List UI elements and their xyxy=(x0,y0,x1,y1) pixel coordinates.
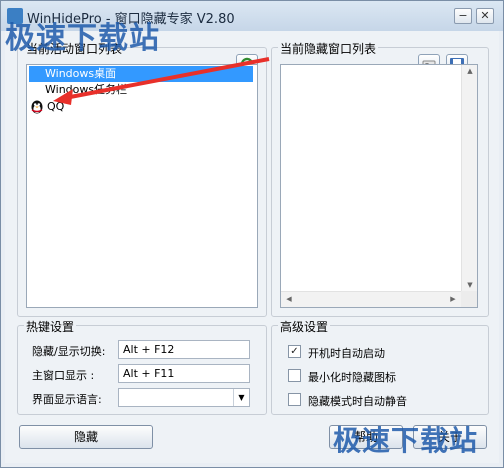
auto-mute-label: 隐藏模式时自动静音 xyxy=(308,395,407,408)
active-windows-group: 当前活动窗口列表 Windows桌面 Windows任务栏 QQ xyxy=(17,40,267,317)
main-window-hotkey-field[interactable]: Alt + F11 xyxy=(118,364,250,383)
autostart-label: 开机时自动启动 xyxy=(308,347,385,360)
list-item-qq[interactable]: QQ xyxy=(29,99,253,115)
list-item-windows-desktop[interactable]: Windows桌面 xyxy=(29,66,253,82)
horizontal-scrollbar[interactable]: ◀ ▶ xyxy=(281,291,461,307)
scroll-right-icon[interactable]: ▶ xyxy=(445,295,461,303)
vertical-scrollbar[interactable]: ▲ ▼ xyxy=(461,65,477,291)
hide-icon-on-minimize-label: 最小化时隐藏图标 xyxy=(308,371,396,384)
client-area: 当前活动窗口列表 Windows桌面 Windows任务栏 QQ 当前隐藏窗口列… xyxy=(5,31,499,463)
toggle-hotkey-label: 隐藏/显示切换: xyxy=(32,345,106,358)
advanced-settings-group: 高级设置 ✓ 开机时自动启动 最小化时隐藏图标 隐藏模式时自动静音 xyxy=(271,318,489,415)
hide-button[interactable]: 隐藏 xyxy=(19,425,153,449)
hidden-windows-group: 当前隐藏窗口列表 ▲ ▼ ◀ ▶ xyxy=(271,40,489,317)
toggle-hotkey-field[interactable]: Alt + F12 xyxy=(118,340,250,359)
active-windows-list[interactable]: Windows桌面 Windows任务栏 QQ xyxy=(26,64,258,308)
autostart-checkbox[interactable]: ✓ xyxy=(288,345,301,358)
minimize-button[interactable]: − xyxy=(454,8,472,24)
watermark-top: 极速下载站 xyxy=(5,21,160,56)
scrollbar-corner xyxy=(461,291,477,307)
qq-penguin-icon xyxy=(31,100,43,114)
list-item-qq-label: QQ xyxy=(47,100,65,113)
main-window: WinHidePro - 窗口隐藏专家 V2.80 − ✕ 当前活动窗口列表 W… xyxy=(0,0,504,468)
language-label: 界面显示语言: xyxy=(32,393,102,406)
hidden-windows-list[interactable]: ▲ ▼ ◀ ▶ xyxy=(280,64,478,308)
hotkey-settings-group: 热键设置 隐藏/显示切换: Alt + F12 主窗口显示 : Alt + F1… xyxy=(17,318,267,415)
watermark-bottom: 极速下载站 xyxy=(333,424,479,457)
language-select[interactable]: ▼ xyxy=(118,388,250,407)
scroll-up-icon[interactable]: ▲ xyxy=(462,67,478,75)
list-item-windows-taskbar[interactable]: Windows任务栏 xyxy=(29,82,253,98)
auto-mute-checkbox[interactable] xyxy=(288,393,301,406)
hotkey-settings-label: 热键设置 xyxy=(24,318,77,335)
hide-icon-on-minimize-checkbox[interactable] xyxy=(288,369,301,382)
hidden-windows-label: 当前隐藏窗口列表 xyxy=(278,40,379,57)
chevron-down-icon[interactable]: ▼ xyxy=(233,389,249,406)
main-window-hotkey-label: 主窗口显示 : xyxy=(32,369,95,382)
advanced-settings-label: 高级设置 xyxy=(278,318,331,335)
scroll-left-icon[interactable]: ◀ xyxy=(281,295,297,303)
scroll-down-icon[interactable]: ▼ xyxy=(462,281,478,289)
close-button[interactable]: ✕ xyxy=(476,8,494,24)
